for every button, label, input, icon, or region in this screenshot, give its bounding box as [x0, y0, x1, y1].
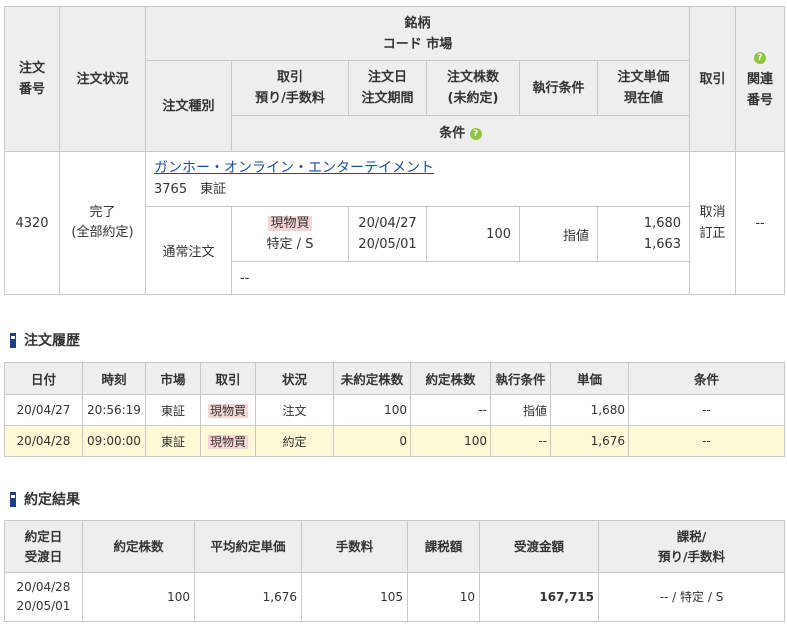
- header-related-no: ? 関連 番号: [735, 6, 786, 152]
- stock-cell: ガンホー・オンライン・エンターテイメント 3765 東証: [144, 151, 691, 207]
- buy-tag: 現物買: [268, 216, 312, 231]
- result-header-fee: 手数料: [301, 520, 408, 573]
- result-table: 約定日 受渡日 約定株数 平均約定単価 手数料 課税額 受渡金額 課税/ 預り/…: [4, 520, 785, 622]
- history-date: 20/04/28: [4, 425, 83, 457]
- history-trade: 現物買: [200, 425, 256, 457]
- history-header: 取引: [200, 362, 256, 395]
- result-header-type: 課税/ 預り/手数料: [598, 520, 785, 573]
- order-type: 通常注文: [145, 206, 232, 295]
- history-exec-qty: 100: [410, 425, 491, 457]
- history-price: 1,680: [550, 394, 629, 426]
- history-trade: 現物買: [200, 394, 256, 426]
- result-heading: 約定結果: [10, 489, 80, 509]
- result-dates: 20/04/28 20/05/01: [4, 572, 83, 622]
- buy-tag: 現物買: [207, 434, 248, 449]
- result-fee: 105: [301, 572, 408, 622]
- history-header: 単価: [550, 362, 629, 395]
- history-unexec-qty: 100: [333, 394, 411, 426]
- related-number: --: [735, 151, 786, 295]
- result-qty: 100: [82, 572, 195, 622]
- order-date-cell: 20/04/27 20/05/01: [348, 206, 427, 262]
- history-header: 約定株数: [410, 362, 491, 395]
- header-order-date: 注文日 注文期間: [348, 60, 427, 116]
- trade-type: 現物買 特定 / S: [231, 206, 349, 262]
- history-status: 約定: [255, 425, 334, 457]
- header-exec-cond: 執行条件: [519, 60, 598, 116]
- help-icon[interactable]: ?: [754, 52, 767, 64]
- result-tax: 10: [407, 572, 480, 622]
- price-cell: 1,680 1,663: [596, 206, 691, 262]
- stock-code-market: 3765 東証: [154, 182, 227, 197]
- history-exec-cond: --: [490, 425, 551, 457]
- history-table: 日付 時刻 市場 取引 状況 未約定株数 約定株数 執行条件 単価 条件 20/…: [4, 362, 785, 457]
- history-header: 未約定株数: [333, 362, 411, 395]
- result-header-amount: 受渡金額: [479, 520, 599, 573]
- header-action: 取引: [689, 6, 737, 152]
- stock-name-link[interactable]: ガンホー・オンライン・エンターテイメント: [154, 160, 434, 176]
- header-order-status: 注文状況: [59, 6, 146, 152]
- history-time: 20:56:19: [82, 394, 146, 426]
- header-order-no: 注文 番号: [4, 6, 60, 152]
- order-qty: 100: [426, 206, 520, 262]
- result-header-qty: 約定株数: [82, 520, 195, 573]
- history-status: 注文: [255, 394, 334, 426]
- result-header-row: 約定日 受渡日 約定株数 平均約定単価 手数料 課税額 受渡金額 課税/ 預り/…: [4, 520, 785, 573]
- history-header: 執行条件: [490, 362, 551, 395]
- history-header: 条件: [628, 362, 785, 395]
- history-header: 時刻: [82, 362, 146, 395]
- order-table: 注文 番号 注文状況 銘柄 コード 市場 取引 ? 関連 番号 注文種別 取引 …: [4, 6, 786, 295]
- history-exec-qty: --: [410, 394, 491, 426]
- history-condition: --: [628, 425, 785, 457]
- history-market: 東証: [145, 425, 201, 457]
- history-price: 1,676: [550, 425, 629, 457]
- history-header: 市場: [145, 362, 201, 395]
- header-condition: 条件 ?: [230, 115, 691, 152]
- result-amount: 167,715: [479, 572, 599, 622]
- header-trade: 取引 預り/手数料: [231, 60, 349, 116]
- order-number: 4320: [4, 151, 60, 295]
- result-type: -- / 特定 / S: [598, 572, 785, 622]
- header-stock: 銘柄 コード 市場: [144, 6, 691, 61]
- history-header: 状況: [255, 362, 334, 395]
- history-header-row: 日付 時刻 市場 取引 状況 未約定株数 約定株数 執行条件 単価 条件: [4, 362, 785, 395]
- history-heading: 注文履歴: [10, 330, 80, 350]
- section-marker-icon: [10, 332, 16, 348]
- result-header-avg: 平均約定単価: [194, 520, 302, 573]
- exec-cond: 指値: [519, 206, 598, 262]
- order-status: 完了 (全部約定): [59, 151, 146, 295]
- table-row: 20/04/28 09:00:00 東証 現物買 約定 0 100 -- 1,6…: [4, 425, 785, 457]
- history-market: 東証: [145, 394, 201, 426]
- cancel-link[interactable]: 取消: [700, 205, 726, 220]
- section-marker-icon: [10, 491, 16, 507]
- history-unexec-qty: 0: [333, 425, 411, 457]
- result-header-tax: 課税額: [407, 520, 480, 573]
- help-icon[interactable]: ?: [469, 127, 482, 140]
- history-exec-cond: 指値: [490, 394, 551, 426]
- order-actions: 取消 訂正: [689, 151, 737, 295]
- history-date: 20/04/27: [4, 394, 83, 426]
- modify-link[interactable]: 訂正: [700, 226, 726, 241]
- order-condition: --: [230, 261, 691, 295]
- header-order-qty: 注文株数 (未約定): [426, 60, 520, 116]
- history-time: 09:00:00: [82, 425, 146, 457]
- result-avg-price: 1,676: [194, 572, 302, 622]
- buy-tag: 現物買: [207, 403, 248, 418]
- table-row: 20/04/28 20/05/01 100 1,676 105 10 167,7…: [4, 572, 785, 622]
- history-header: 日付: [4, 362, 83, 395]
- header-order-type: 注文種別: [145, 60, 232, 152]
- table-row: 20/04/27 20:56:19 東証 現物買 注文 100 -- 指値 1,…: [4, 394, 785, 426]
- header-order-price: 注文単価 現在値: [596, 60, 691, 116]
- account-type: 特定 / S: [266, 237, 314, 252]
- history-condition: --: [628, 394, 785, 426]
- result-header-date: 約定日 受渡日: [4, 520, 83, 573]
